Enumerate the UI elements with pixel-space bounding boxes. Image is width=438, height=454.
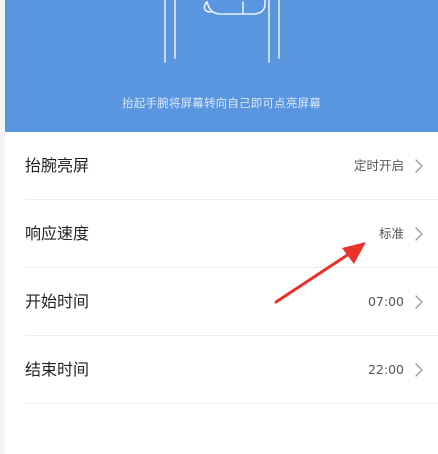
setting-label: 抬腕亮屏 bbox=[25, 156, 90, 175]
hero-caption: 抬起手腕将屏幕转向自己即可点亮屏幕 bbox=[122, 96, 321, 110]
setting-value: 定时开启 bbox=[353, 158, 404, 173]
chevron-right-icon bbox=[415, 363, 423, 377]
wrist-watch-illustration bbox=[164, 0, 280, 63]
chevron-right-icon bbox=[415, 227, 423, 241]
screen: 抬起手腕将屏幕转向自己即可点亮屏幕 抬腕亮屏 定时开启 响应速度 标准 开始时间… bbox=[0, 0, 438, 454]
setting-row-response-speed[interactable]: 响应速度 标准 bbox=[5, 200, 438, 268]
setting-row-raise-to-wake[interactable]: 抬腕亮屏 定时开启 bbox=[5, 132, 438, 200]
hero-banner: 抬起手腕将屏幕转向自己即可点亮屏幕 bbox=[5, 0, 438, 132]
chevron-right-icon bbox=[415, 295, 423, 309]
setting-value: 22:00 bbox=[367, 362, 404, 377]
setting-value: 标准 bbox=[378, 226, 404, 241]
setting-label: 结束时间 bbox=[25, 360, 90, 379]
setting-row-start-time[interactable]: 开始时间 07:00 bbox=[5, 268, 438, 336]
setting-value: 07:00 bbox=[367, 294, 404, 309]
setting-label: 响应速度 bbox=[25, 224, 90, 243]
settings-list: 抬腕亮屏 定时开启 响应速度 标准 开始时间 07:00 结束时间 22:00 bbox=[5, 132, 438, 454]
setting-label: 开始时间 bbox=[25, 292, 90, 311]
chevron-right-icon bbox=[415, 159, 423, 173]
setting-row-end-time[interactable]: 结束时间 22:00 bbox=[5, 336, 438, 404]
